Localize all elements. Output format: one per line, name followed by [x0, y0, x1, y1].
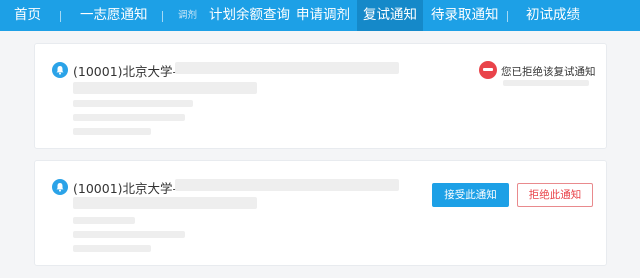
notice-school-title: (10001)北京大学– [73, 181, 179, 196]
redacted-detail-line [73, 231, 185, 238]
redacted-detail-line [73, 82, 257, 94]
nav-preliminary-scores[interactable]: 初试成绩 [526, 0, 580, 31]
reject-notice-button[interactable]: 拒绝此通知 [517, 183, 593, 207]
redacted-program-name [175, 179, 399, 191]
redacted-status-time [503, 80, 589, 86]
top-navbar: 首页 一志愿通知 调剂 计划余额查询 申请调剂 复试通知 待录取通知 初试成绩 [0, 0, 640, 31]
bell-icon [52, 62, 68, 78]
redacted-detail-line [73, 100, 193, 107]
accept-notice-button[interactable]: 接受此通知 [432, 183, 509, 207]
nav-separator [507, 11, 508, 22]
nav-adjustment-section-label: 调剂 [178, 10, 198, 21]
nav-separator [162, 11, 163, 22]
redacted-detail-line [73, 128, 151, 135]
nav-retest-notice[interactable]: 复试通知 [357, 0, 423, 31]
notice-card-pending: (10001)北京大学– 接受此通知 拒绝此通知 [34, 160, 607, 266]
redacted-detail-line [73, 245, 151, 252]
redacted-detail-line [73, 114, 185, 121]
redacted-detail-line [73, 217, 135, 224]
bell-icon [52, 179, 68, 195]
reject-status-icon [479, 61, 497, 79]
nav-plan-balance-query[interactable]: 计划余额查询 [209, 0, 290, 31]
nav-separator [60, 11, 61, 22]
nav-apply-adjustment[interactable]: 申请调剂 [296, 0, 350, 31]
notice-school-title: (10001)北京大学– [73, 64, 179, 79]
rejected-status-text: 您已拒绝该复试通知 [501, 66, 596, 78]
nav-pending-admission-notice[interactable]: 待录取通知 [431, 0, 499, 31]
nav-home[interactable]: 首页 [14, 0, 41, 31]
notice-card-rejected: (10001)北京大学– 您已拒绝该复试通知 [34, 43, 607, 149]
redacted-program-name [175, 62, 399, 74]
redacted-detail-line [73, 197, 257, 209]
nav-first-choice-notice[interactable]: 一志愿通知 [80, 0, 148, 31]
